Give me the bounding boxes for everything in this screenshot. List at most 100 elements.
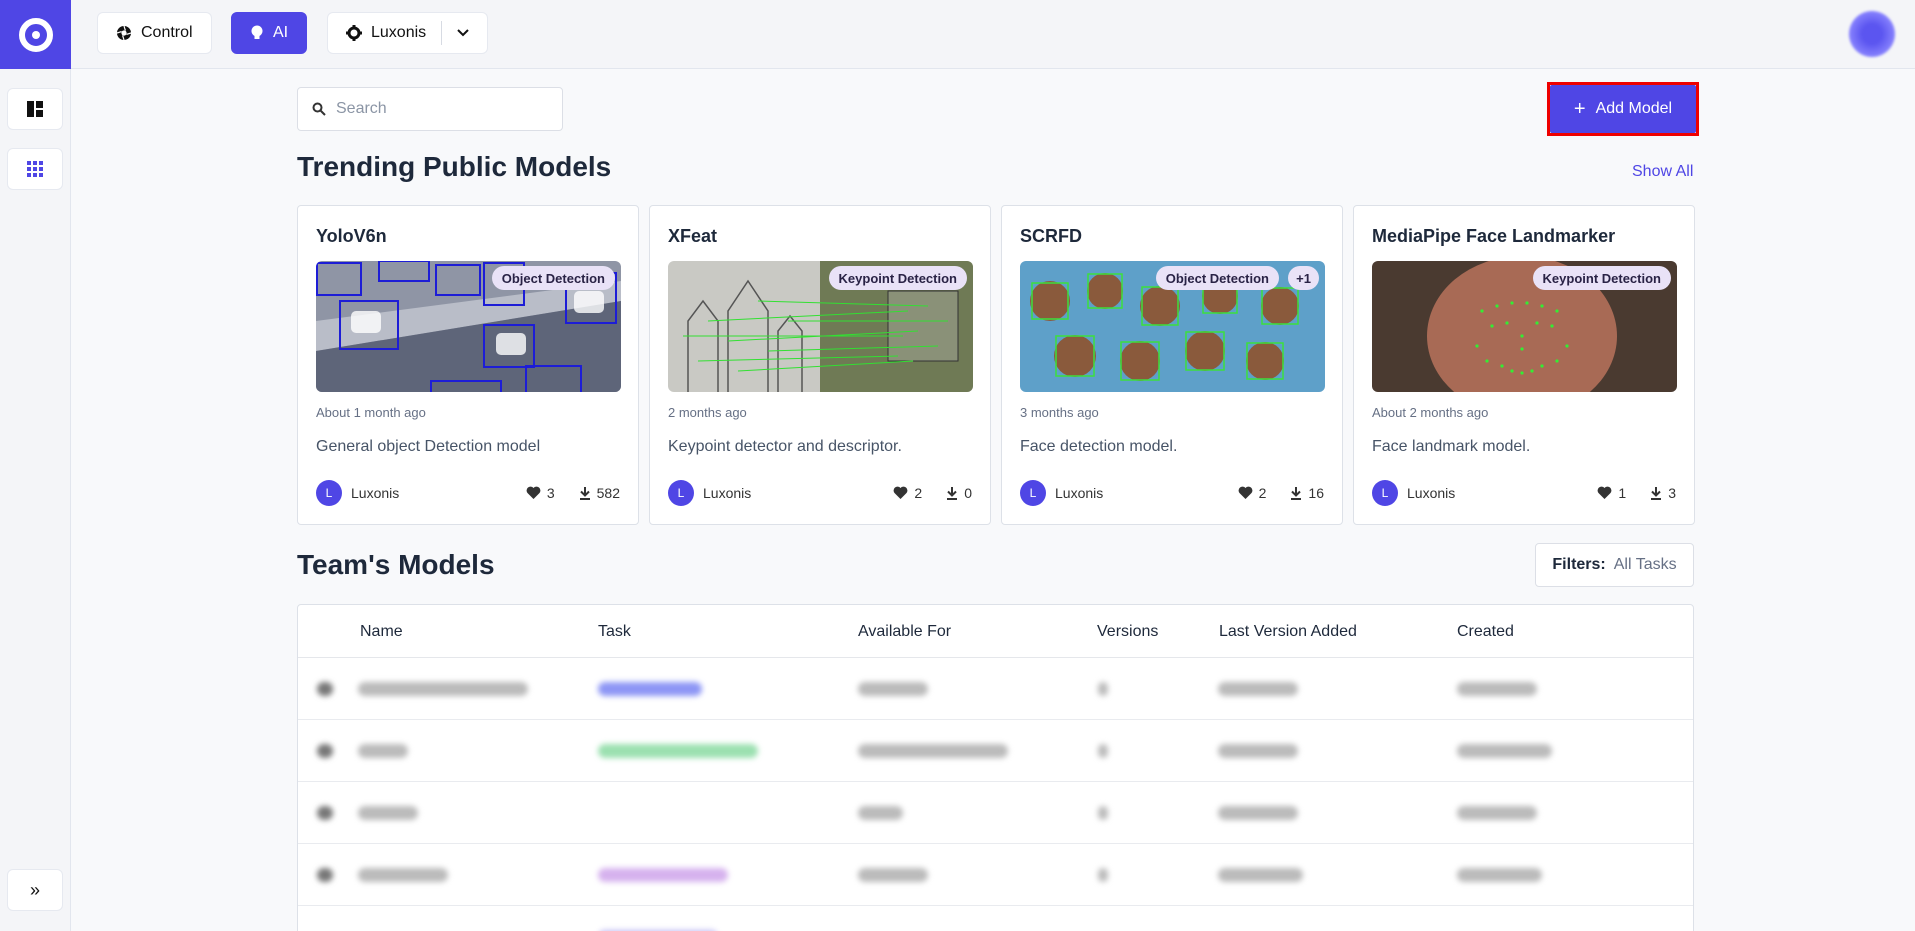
ai-button[interactable]: AI	[231, 12, 308, 54]
bulb-icon	[251, 25, 263, 39]
team-models-title: Team's Models	[297, 549, 495, 580]
downloads-count: 16	[1308, 485, 1324, 501]
add-model-label: Add Model	[1595, 100, 1673, 117]
table-row[interactable]	[298, 906, 1693, 931]
table-row[interactable]	[298, 720, 1693, 782]
column-header[interactable]: Task	[598, 623, 631, 641]
dashboard-button[interactable]	[7, 88, 63, 130]
download-icon[interactable]	[1650, 486, 1662, 500]
search-icon	[312, 102, 326, 116]
model-card[interactable]: SCRFD Object Detection +1 3 months ago F…	[1001, 205, 1343, 525]
task-badge: Object Detection	[1155, 266, 1279, 290]
model-card[interactable]: XFeat Keypoint Detection 2 months ago Ke…	[649, 205, 991, 525]
table-row[interactable]	[298, 658, 1693, 720]
downloads-count: 0	[964, 485, 972, 501]
owner-name: Luxonis	[1055, 485, 1104, 501]
filters-button[interactable]: Filters: All Tasks	[1535, 543, 1694, 587]
card-title: YoloV6n	[316, 226, 387, 246]
card-image: Object Detection +1	[1020, 261, 1325, 392]
plus-icon: +	[1573, 98, 1586, 120]
task-badge: Keypoint Detection	[828, 266, 967, 290]
card-stats: 1 3	[1597, 485, 1676, 501]
likes-count: 1	[1618, 485, 1627, 501]
aperture-icon	[116, 25, 132, 41]
task-badge: Object Detection	[491, 266, 615, 290]
table-row[interactable]	[298, 782, 1693, 844]
show-all-link[interactable]: Show All	[1632, 163, 1693, 181]
likes-count: 2	[914, 485, 923, 501]
column-header[interactable]: Name	[360, 623, 403, 641]
user-avatar[interactable]	[1849, 11, 1895, 57]
download-icon[interactable]	[1290, 486, 1302, 500]
chevron-down-icon[interactable]	[457, 29, 469, 37]
card-footer: L Luxonis 2 16	[1020, 480, 1324, 506]
divider	[441, 21, 443, 45]
card-image: Keypoint Detection	[1372, 261, 1677, 392]
table-row[interactable]	[298, 844, 1693, 906]
control-button[interactable]: Control	[97, 12, 212, 54]
topbar: Control AI Luxonis	[71, 0, 1915, 69]
gear-icon	[346, 25, 362, 41]
card-footer: L Luxonis 2 0	[668, 480, 972, 506]
apps-grid-icon	[27, 161, 43, 177]
downloads-count: 582	[596, 485, 620, 501]
owner-name: Luxonis	[703, 485, 752, 501]
card-title: XFeat	[668, 226, 718, 246]
task-badge: Keypoint Detection	[1532, 266, 1671, 290]
card-stats: 3 582	[526, 485, 620, 501]
add-model-highlight: + Add Model	[1547, 82, 1699, 136]
model-card[interactable]: YoloV6n Object Detection About 1 month a…	[297, 205, 639, 525]
search-box[interactable]	[297, 87, 563, 131]
control-label: Control	[141, 24, 193, 41]
owner-name: Luxonis	[351, 485, 400, 501]
card-title: MediaPipe Face Landmarker	[1372, 226, 1616, 246]
download-icon[interactable]	[946, 486, 958, 500]
team-models-table: Name Task Available For Versions Last Ve…	[297, 604, 1694, 931]
likes-count: 3	[546, 485, 555, 501]
ai-label: AI	[273, 24, 289, 41]
owner-name: Luxonis	[1407, 485, 1456, 501]
expand-sidebar-button[interactable]: »	[7, 869, 63, 911]
heart-icon[interactable]	[526, 486, 541, 500]
card-description: Face landmark model.	[1372, 438, 1531, 455]
logo-icon[interactable]	[0, 0, 71, 69]
heart-icon[interactable]	[1238, 486, 1253, 500]
sidebar: »	[0, 0, 71, 931]
card-time: About 2 months ago	[1372, 405, 1489, 420]
column-header[interactable]: Last Version Added	[1219, 623, 1357, 641]
owner-avatar: L	[668, 480, 694, 506]
heart-icon[interactable]	[893, 486, 908, 500]
add-model-button[interactable]: + Add Model	[1550, 85, 1696, 133]
card-time: About 1 month ago	[316, 405, 426, 420]
likes-count: 2	[1258, 485, 1267, 501]
expand-icon: »	[29, 879, 40, 900]
column-header[interactable]: Versions	[1097, 623, 1158, 641]
card-description: General object Detection model	[316, 438, 541, 455]
owner-avatar: L	[316, 480, 342, 506]
filters-label: Filters:	[1552, 556, 1606, 573]
card-time: 2 months ago	[668, 405, 747, 420]
card-description: Keypoint detector and descriptor.	[668, 438, 902, 455]
download-icon[interactable]	[579, 486, 591, 500]
heart-icon[interactable]	[1597, 486, 1612, 500]
card-description: Face detection model.	[1020, 438, 1178, 455]
model-card[interactable]: MediaPipe Face Landmarker Keypoint Detec…	[1353, 205, 1695, 525]
trending-title: Trending Public Models	[297, 151, 612, 182]
apps-button[interactable]	[7, 148, 63, 190]
card-time: 3 months ago	[1020, 405, 1099, 420]
owner-avatar: L	[1372, 480, 1398, 506]
card-image: Keypoint Detection	[668, 261, 973, 392]
card-footer: L Luxonis 3 582	[316, 480, 620, 506]
org-selector[interactable]: Luxonis	[327, 12, 489, 54]
dashboard-icon	[27, 101, 43, 117]
card-title: SCRFD	[1020, 226, 1082, 246]
card-stats: 2 16	[1238, 485, 1324, 501]
filters-value: All Tasks	[1613, 556, 1677, 573]
card-image: Object Detection	[316, 261, 621, 392]
downloads-count: 3	[1668, 485, 1676, 501]
column-header[interactable]: Available For	[858, 623, 951, 641]
extra-task-badge[interactable]: +1	[1288, 266, 1319, 290]
owner-avatar: L	[1020, 480, 1046, 506]
column-header[interactable]: Created	[1457, 623, 1514, 641]
search-input[interactable]	[336, 100, 546, 118]
